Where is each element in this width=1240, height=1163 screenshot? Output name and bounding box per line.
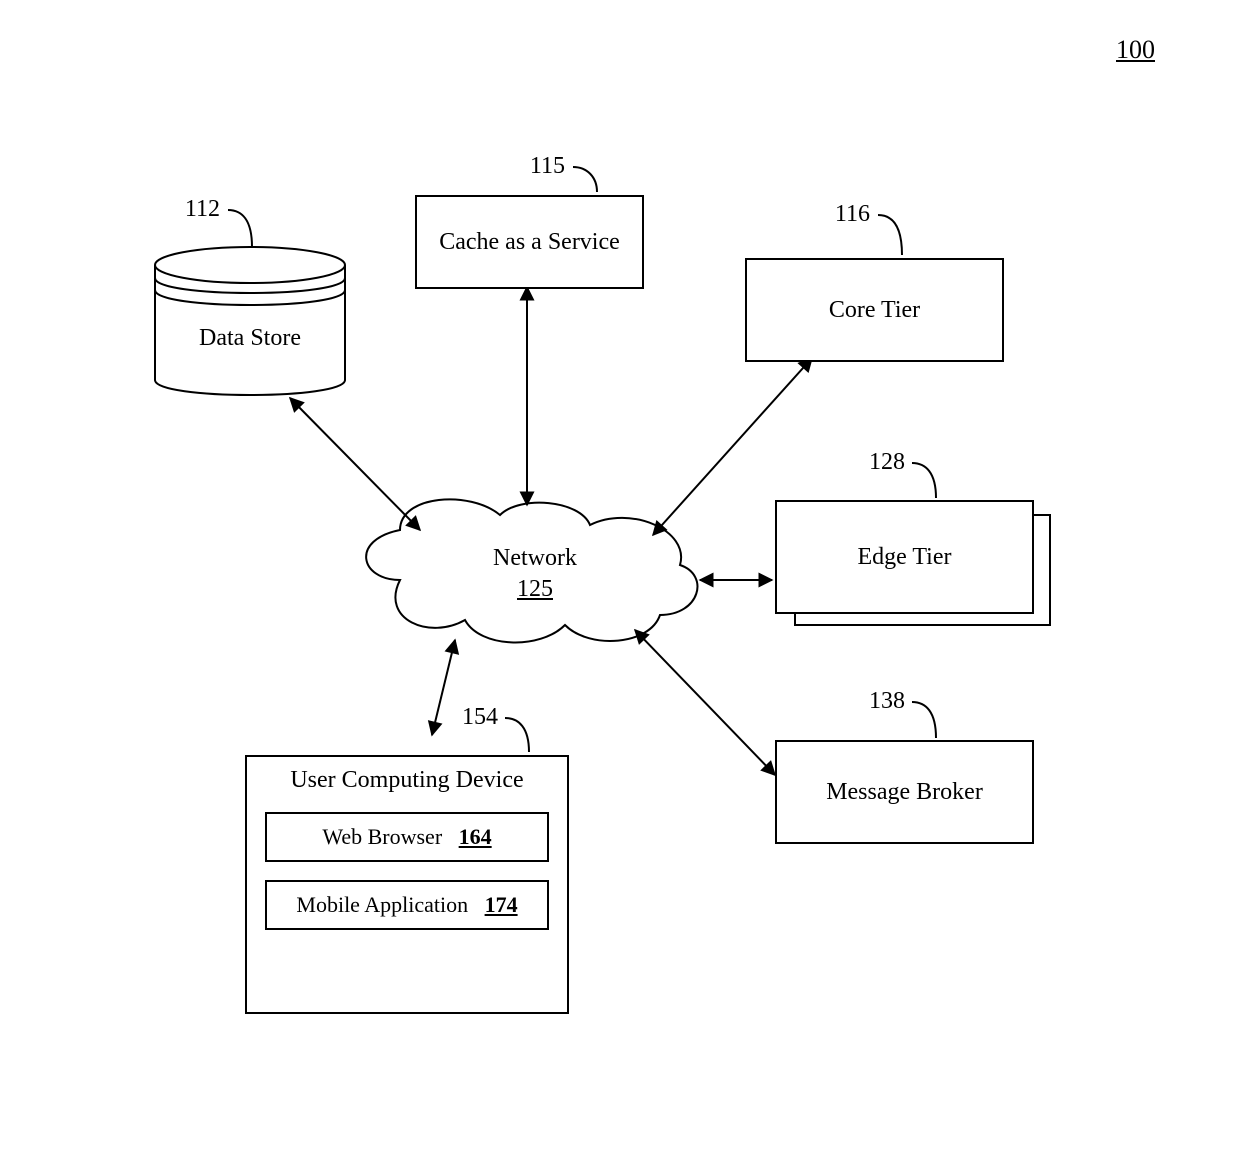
flag-154 [505,718,529,752]
arrow-msgbroker-network [635,630,775,775]
flag-112 [228,210,252,247]
ref-112: 112 [160,196,220,223]
edge-tier-label: Edge Tier [857,544,951,571]
ref-128: 128 [845,449,905,476]
mobile-app-label: Mobile Application [296,892,468,917]
data-store-label: Data Store [155,325,345,352]
flag-138 [912,702,936,738]
diagram-canvas: 100 [0,0,1240,1163]
ref-164: 164 [459,824,492,849]
ref-125: 125 [475,574,595,605]
flag-115 [573,167,597,192]
network-label-group: Network 125 [475,543,595,605]
ref-115: 115 [505,153,565,180]
flag-128 [912,463,936,498]
message-broker-label: Message Broker [826,779,983,806]
cache-box: Cache as a Service [415,195,644,289]
core-tier-label: Core Tier [829,297,920,324]
message-broker-box: Message Broker [775,740,1034,844]
mobile-app-box: Mobile Application 174 [265,880,549,930]
core-tier-box: Core Tier [745,258,1004,362]
ref-138: 138 [845,688,905,715]
ref-116: 116 [810,201,870,228]
svg-layer [0,0,1240,1163]
network-label: Network [475,543,595,574]
edge-tier-box: Edge Tier [775,500,1034,614]
arrow-datastore-network [290,398,420,530]
ucd-title: User Computing Device [247,757,567,794]
cache-label: Cache as a Service [439,229,620,256]
ref-174: 174 [485,892,518,917]
ref-154: 154 [438,704,498,731]
web-browser-label: Web Browser [322,824,442,849]
data-store-shape [155,247,345,395]
web-browser-box: Web Browser 164 [265,812,549,862]
user-computing-device-box: User Computing Device Web Browser 164 Mo… [245,755,569,1014]
flag-116 [878,215,902,255]
